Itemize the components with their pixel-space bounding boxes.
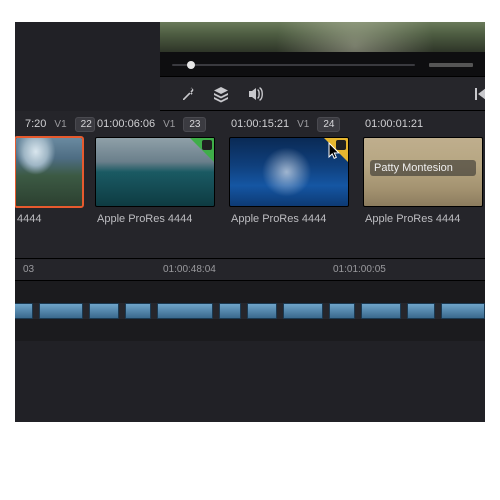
timeline-clip-segment[interactable]: [157, 303, 213, 319]
viewer-zoom-bar[interactable]: [429, 63, 473, 67]
viewer-panel: [160, 22, 485, 77]
timeline-clip-segment[interactable]: [247, 303, 277, 319]
skip-back-icon[interactable]: [471, 85, 485, 103]
clip-thumbnail[interactable]: Patty Montesion: [363, 137, 483, 207]
timeline-clip-segment[interactable]: [125, 303, 151, 319]
thumbnails-row: Patty Montesion: [15, 137, 485, 207]
viewer-scrubber[interactable]: [172, 62, 415, 68]
cursor-icon: [328, 142, 342, 160]
timeline-clip-segment[interactable]: [407, 303, 435, 319]
clip-badge-icon: [190, 138, 214, 162]
track-label: V1: [297, 119, 309, 130]
clip-header-row: 7:20 V1 22 01:00:06:06 V1 23 01:00:15:21…: [15, 111, 485, 137]
timeline-clip-segment[interactable]: [89, 303, 119, 319]
clip-thumbnail[interactable]: [15, 137, 83, 207]
clip-strip: 7:20 V1 22 01:00:06:06 V1 23 01:00:15:21…: [15, 111, 485, 259]
clip-timecode: 01:00:15:21: [231, 118, 289, 130]
scrub-playhead[interactable]: [187, 61, 195, 69]
timeline-clip-segment[interactable]: [329, 303, 355, 319]
clip-timecode: 01:00:06:06: [97, 118, 155, 130]
clip-number-chip[interactable]: 24: [317, 117, 340, 132]
timeline-clip-segment[interactable]: [361, 303, 401, 319]
track-label: V1: [54, 119, 66, 130]
layers-icon[interactable]: [212, 85, 230, 103]
ruler-mark: 01:00:48:04: [163, 264, 216, 275]
track-label: V1: [163, 119, 175, 130]
timeline-clip-segment[interactable]: [15, 303, 33, 319]
eyedropper-icon[interactable]: [178, 85, 196, 103]
clip-codec-label: 4444: [15, 213, 85, 225]
clip-thumbnail[interactable]: [95, 137, 215, 207]
clip-thumbnail[interactable]: [229, 137, 349, 207]
clip-timecode: 01:00:01:21: [365, 118, 423, 130]
clip-codec-row: 4444 Apple ProRes 4444 Apple ProRes 4444…: [15, 207, 485, 225]
clip-codec-label: Apple ProRes 4444: [229, 213, 353, 225]
viewer-frame: [160, 22, 485, 52]
clip-name-overlay: Patty Montesion: [370, 160, 476, 176]
ruler-mark: 03: [23, 264, 34, 275]
viewer-toolbar: [160, 77, 485, 111]
ruler-mark: 01:01:00:05: [333, 264, 386, 275]
timeline-ruler[interactable]: 03 01:00:48:04 01:01:00:05: [15, 259, 485, 281]
timeline-clip-segment[interactable]: [39, 303, 83, 319]
timeline-track[interactable]: [15, 303, 485, 319]
clip-codec-label: Apple ProRes 4444: [363, 213, 485, 225]
speaker-icon[interactable]: [246, 85, 264, 103]
timeline-clip-segment[interactable]: [441, 303, 485, 319]
clip-codec-label: Apple ProRes 4444: [95, 213, 219, 225]
timeline-clip-segment[interactable]: [219, 303, 241, 319]
timecode-partial: 7:20: [25, 118, 46, 130]
clip-number-chip[interactable]: 23: [183, 117, 206, 132]
timeline[interactable]: [15, 281, 485, 341]
timeline-clip-segment[interactable]: [283, 303, 323, 319]
